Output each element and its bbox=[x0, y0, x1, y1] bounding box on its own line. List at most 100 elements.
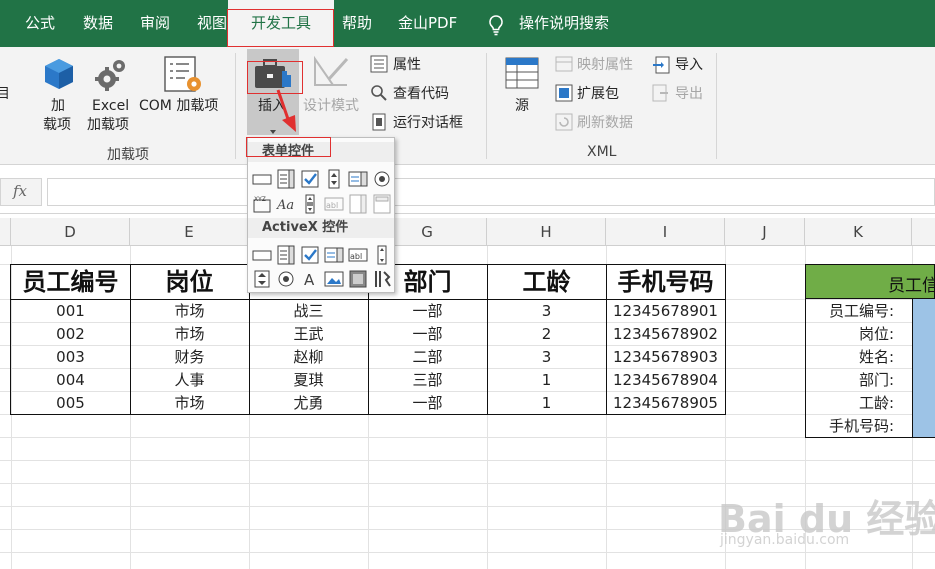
table-cell[interactable]: 市场 bbox=[130, 300, 249, 323]
properties-label[interactable]: 属性 bbox=[393, 56, 421, 74]
activex-option-button-icon[interactable] bbox=[276, 269, 296, 289]
combo-box-icon[interactable] bbox=[276, 169, 296, 189]
tab-data[interactable]: 数据 bbox=[83, 0, 113, 47]
xml-source-label[interactable]: 源 bbox=[515, 97, 529, 115]
table-cell[interactable]: 战三 bbox=[249, 300, 368, 323]
table-cell[interactable]: 2 bbox=[487, 323, 606, 346]
table-cell[interactable]: 3 bbox=[487, 346, 606, 369]
table-cell[interactable]: 1 bbox=[487, 369, 606, 392]
column-header-d[interactable]: D bbox=[11, 218, 130, 246]
com-add-ins-label[interactable]: COM 加载项 bbox=[139, 97, 218, 115]
table-cell[interactable]: 一部 bbox=[368, 300, 487, 323]
activex-checkbox-icon[interactable] bbox=[300, 245, 320, 265]
column-header-j[interactable]: J bbox=[725, 218, 805, 246]
fx-button[interactable]: fx bbox=[0, 178, 42, 206]
excel-add-ins-label-2[interactable]: 加载项 bbox=[87, 116, 129, 134]
table-cell[interactable]: 二部 bbox=[368, 346, 487, 369]
table-cell[interactable]: 002 bbox=[11, 323, 130, 346]
gridline bbox=[0, 460, 935, 461]
table-cell[interactable]: 005 bbox=[11, 392, 130, 415]
table-cell[interactable]: 市场 bbox=[130, 392, 249, 415]
table-cell[interactable]: 1 bbox=[487, 392, 606, 415]
header-cell[interactable]: 员工编号 bbox=[11, 265, 130, 299]
list-box-icon[interactable] bbox=[348, 169, 368, 189]
table-cell[interactable]: 一部 bbox=[368, 323, 487, 346]
map-properties-label[interactable]: 映射属性 bbox=[577, 56, 633, 74]
info-panel-header[interactable]: 员工信 bbox=[805, 264, 935, 299]
table-cell[interactable]: 12345678903 bbox=[606, 346, 725, 369]
checkbox-control-icon[interactable] bbox=[300, 169, 320, 189]
column-header-k[interactable]: K bbox=[805, 218, 912, 246]
activex-command-button-icon[interactable] bbox=[252, 245, 272, 265]
add-ins-label-1[interactable]: 加 bbox=[51, 97, 65, 115]
header-cell[interactable]: 岗位 bbox=[130, 265, 249, 299]
row-header-corner[interactable] bbox=[0, 218, 11, 246]
table-cell[interactable]: 003 bbox=[11, 346, 130, 369]
activex-scroll-bar-icon[interactable] bbox=[372, 245, 392, 265]
info-field-label[interactable]: 手机号码: bbox=[806, 415, 912, 438]
add-ins-label-2[interactable]: 载项 bbox=[43, 116, 71, 134]
tab-formulas[interactable]: 公式 bbox=[25, 0, 55, 47]
tab-view[interactable]: 视图 bbox=[197, 0, 227, 47]
tell-me-search[interactable]: 操作说明搜索 bbox=[519, 0, 609, 47]
refresh-data-label[interactable]: 刷新数据 bbox=[577, 114, 633, 132]
table-cell[interactable]: 一部 bbox=[368, 392, 487, 415]
option-button-icon[interactable] bbox=[372, 169, 392, 189]
table-cell[interactable]: 夏琪 bbox=[249, 369, 368, 392]
activex-label-icon[interactable]: A bbox=[300, 269, 320, 289]
info-field-label[interactable]: 部门: bbox=[806, 369, 912, 392]
excel-add-ins-label-1[interactable]: Excel bbox=[92, 97, 129, 115]
group-box-icon[interactable]: XYZ bbox=[252, 194, 272, 214]
tab-help[interactable]: 帮助 bbox=[342, 0, 372, 47]
activex-list-box-icon[interactable] bbox=[324, 245, 344, 265]
label-control-icon[interactable]: Aa bbox=[276, 194, 296, 214]
table-cell[interactable]: 12345678905 bbox=[606, 392, 725, 415]
header-cell[interactable]: 工龄 bbox=[487, 265, 606, 299]
activex-text-box-icon[interactable]: abl bbox=[348, 245, 368, 265]
header-cell[interactable]: 手机号码 bbox=[606, 265, 725, 299]
design-mode-label[interactable]: 设计模式 bbox=[303, 97, 359, 115]
export-label[interactable]: 导出 bbox=[675, 85, 703, 103]
insert-controls-dropdown: 表单控件 XYZ Aa abl ActiveX 控件 abl A bbox=[246, 137, 395, 293]
activex-combo-box-icon[interactable] bbox=[276, 245, 296, 265]
tab-review[interactable]: 审阅 bbox=[140, 0, 170, 47]
table-cell[interactable]: 12345678902 bbox=[606, 323, 725, 346]
expansion-pack-label[interactable]: 扩展包 bbox=[577, 85, 619, 103]
table-cell[interactable]: 人事 bbox=[130, 369, 249, 392]
info-field-label[interactable]: 岗位: bbox=[806, 323, 912, 346]
table-cell[interactable]: 三部 bbox=[368, 369, 487, 392]
text-field-icon[interactable]: abl bbox=[324, 194, 344, 214]
table-cell[interactable]: 12345678901 bbox=[606, 300, 725, 323]
column-header-e[interactable]: E bbox=[130, 218, 249, 246]
activex-image-icon[interactable] bbox=[324, 269, 344, 289]
activex-toggle-button-icon[interactable] bbox=[348, 269, 368, 289]
table-cell[interactable]: 3 bbox=[487, 300, 606, 323]
combo-dropdown-edit-icon[interactable] bbox=[372, 194, 392, 214]
activex-spin-button-icon[interactable] bbox=[252, 269, 272, 289]
column-header-l[interactable] bbox=[912, 218, 935, 246]
button-control-icon[interactable] bbox=[252, 169, 272, 189]
combo-list-edit-icon[interactable] bbox=[348, 194, 368, 214]
spin-button-icon[interactable] bbox=[324, 169, 344, 189]
view-code-label[interactable]: 查看代码 bbox=[393, 85, 449, 103]
table-cell[interactable]: 王武 bbox=[249, 323, 368, 346]
more-controls-icon[interactable] bbox=[372, 269, 392, 289]
table-cell[interactable]: 尤勇 bbox=[249, 392, 368, 415]
scroll-bar-icon[interactable] bbox=[300, 194, 320, 214]
info-field-label[interactable]: 姓名: bbox=[806, 346, 912, 369]
table-cell[interactable]: 财务 bbox=[130, 346, 249, 369]
tab-wps-pdf[interactable]: 金山PDF bbox=[398, 0, 457, 47]
table-cell[interactable]: 12345678904 bbox=[606, 369, 725, 392]
formula-input[interactable] bbox=[47, 178, 935, 206]
column-header-i[interactable]: I bbox=[606, 218, 725, 246]
table-cell[interactable]: 004 bbox=[11, 369, 130, 392]
column-header-h[interactable]: H bbox=[487, 218, 606, 246]
run-dialog-label[interactable]: 运行对话框 bbox=[393, 114, 463, 132]
info-field-label[interactable]: 工龄: bbox=[806, 392, 912, 415]
info-field-label[interactable]: 员工编号: bbox=[806, 300, 912, 323]
info-panel-values[interactable] bbox=[912, 299, 935, 437]
table-cell[interactable]: 赵柳 bbox=[249, 346, 368, 369]
table-cell[interactable]: 001 bbox=[11, 300, 130, 323]
import-label[interactable]: 导入 bbox=[675, 56, 703, 74]
table-cell[interactable]: 市场 bbox=[130, 323, 249, 346]
